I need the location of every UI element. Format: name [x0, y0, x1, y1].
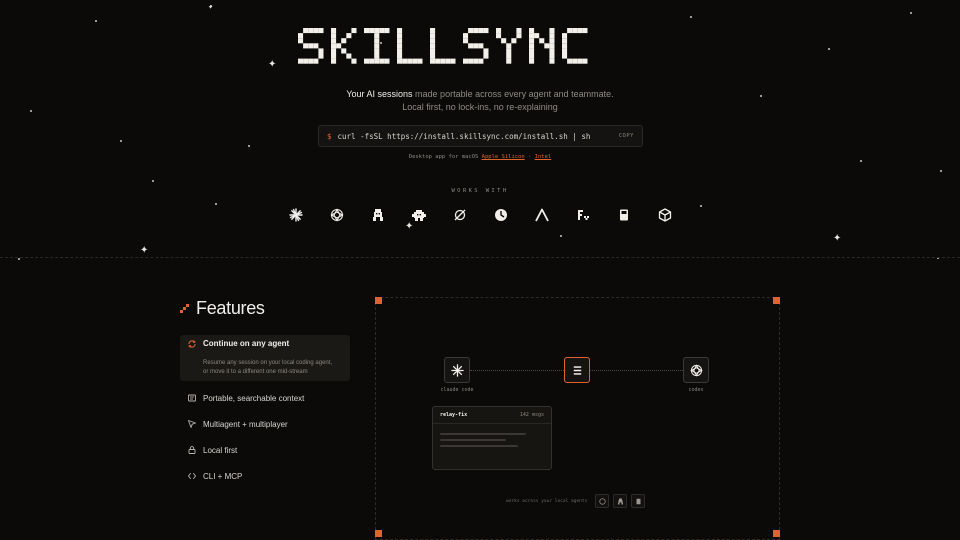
workflow-agent-1[interactable]: [595, 494, 610, 508]
panel-corner-top-left: [375, 297, 382, 304]
gemini-icon: [617, 498, 623, 504]
panel-corner-bottom-right: [773, 530, 780, 537]
features-heading: Features: [180, 298, 265, 319]
openai-icon: [689, 363, 703, 377]
feature-description-line-2: or move it to a different one mid-stream: [203, 369, 308, 375]
feature-description: Resume any session on your local coding …: [203, 359, 332, 377]
panel-corner-top-right: [773, 297, 780, 304]
claude-icon: [450, 363, 464, 377]
code-icon: [188, 473, 196, 479]
desktop-download-line: Desktop app for macOS Apple Silicon · In…: [0, 154, 960, 160]
tagline-highlight: Your AI sessions: [346, 89, 413, 99]
skillsync-hub-node[interactable]: [564, 357, 590, 383]
session-line-placeholder: [440, 445, 518, 447]
agent-icon-row: [286, 207, 676, 223]
feature-label: Continue on any agent: [203, 339, 290, 348]
feature-label: Multiagent + multiplayer: [203, 419, 288, 429]
workflow-text: works across your local agents: [506, 498, 588, 504]
session-message-count: 142 msgs: [519, 412, 544, 418]
feature-multiagent[interactable]: Multiagent + multiplayer: [180, 411, 350, 437]
session-line-placeholder: [440, 439, 506, 441]
install-command-box[interactable]: $ curl -fsSL https://install.skillsync.c…: [318, 125, 643, 147]
intel-link[interactable]: Intel: [535, 154, 552, 160]
connector-right: [590, 370, 683, 371]
feature-local-first[interactable]: Local first: [180, 437, 350, 463]
install-command-text[interactable]: curl -fsSL https://install.skillsync.com…: [338, 132, 619, 141]
feature-label: Local first: [203, 445, 238, 455]
cursor-icon: [188, 420, 196, 428]
openai-icon: [329, 207, 345, 223]
lock-icon: [188, 446, 196, 454]
session-name: relay-fix: [440, 412, 468, 418]
desktop-separator: ·: [528, 154, 532, 160]
openai-icon: [599, 497, 606, 505]
fx-icon: [575, 207, 591, 223]
feature-label: Portable, searchable context: [203, 393, 305, 403]
gemini-icon: [370, 207, 386, 223]
session-card[interactable]: relay-fix 142 msgs: [432, 406, 552, 470]
features-accent-icon: [180, 303, 189, 313]
claude-code-label: claude code: [440, 387, 474, 393]
planet-icon: [452, 207, 468, 223]
claude-code-node[interactable]: [444, 357, 470, 383]
workflow-agent-2[interactable]: [613, 494, 628, 508]
features-list: Continue on any agent Resume any session…: [180, 335, 350, 489]
tagline-line-2: Local first, no lock-ins, no re-explaini…: [402, 102, 558, 112]
feature-continue-on-any-agent[interactable]: Continue on any agent Resume any session…: [180, 335, 350, 381]
hero-tagline: Your AI sessions made portable across ev…: [0, 88, 960, 114]
works-with-label: WORKS WITH: [451, 188, 509, 194]
connector-left: [470, 370, 564, 371]
copy-button[interactable]: COPY: [619, 133, 634, 139]
skillsync-logo: [298, 28, 588, 64]
desktop-prefix: Desktop app for macOS: [408, 154, 479, 160]
sync-icon: [188, 339, 196, 348]
lambda-icon: [534, 207, 550, 223]
feature-label: CLI + MCP: [203, 471, 243, 481]
android-icon: [411, 207, 427, 223]
features-title: Features: [196, 298, 265, 318]
feature-description-line-1: Resume any session on your local coding …: [203, 360, 333, 366]
shell-prompt: $: [327, 131, 332, 141]
clock-icon: [493, 207, 509, 223]
feature-cli-mcp[interactable]: CLI + MCP: [180, 463, 350, 489]
workflow-strip: works across your local agents: [506, 494, 646, 508]
codex-node[interactable]: [683, 357, 709, 383]
claude-icon: [288, 207, 304, 223]
session-line-placeholder: [440, 433, 526, 435]
skillsync-hub-icon: [573, 365, 581, 375]
apple-silicon-link[interactable]: Apple Silicon: [482, 154, 525, 160]
feature-portable-context[interactable]: Portable, searchable context: [180, 385, 350, 411]
workflow-agent-3[interactable]: [631, 494, 646, 508]
cube-icon: [657, 207, 673, 223]
device-icon: [636, 498, 641, 504]
section-divider: [0, 257, 960, 258]
device-icon: [616, 207, 632, 223]
codex-label: codex: [688, 387, 704, 393]
session-card-header: relay-fix 142 msgs: [433, 407, 551, 424]
context-icon: [188, 394, 196, 402]
panel-corner-bottom-left: [375, 530, 382, 537]
tagline-rest: made portable across every agent and tea…: [412, 89, 614, 99]
